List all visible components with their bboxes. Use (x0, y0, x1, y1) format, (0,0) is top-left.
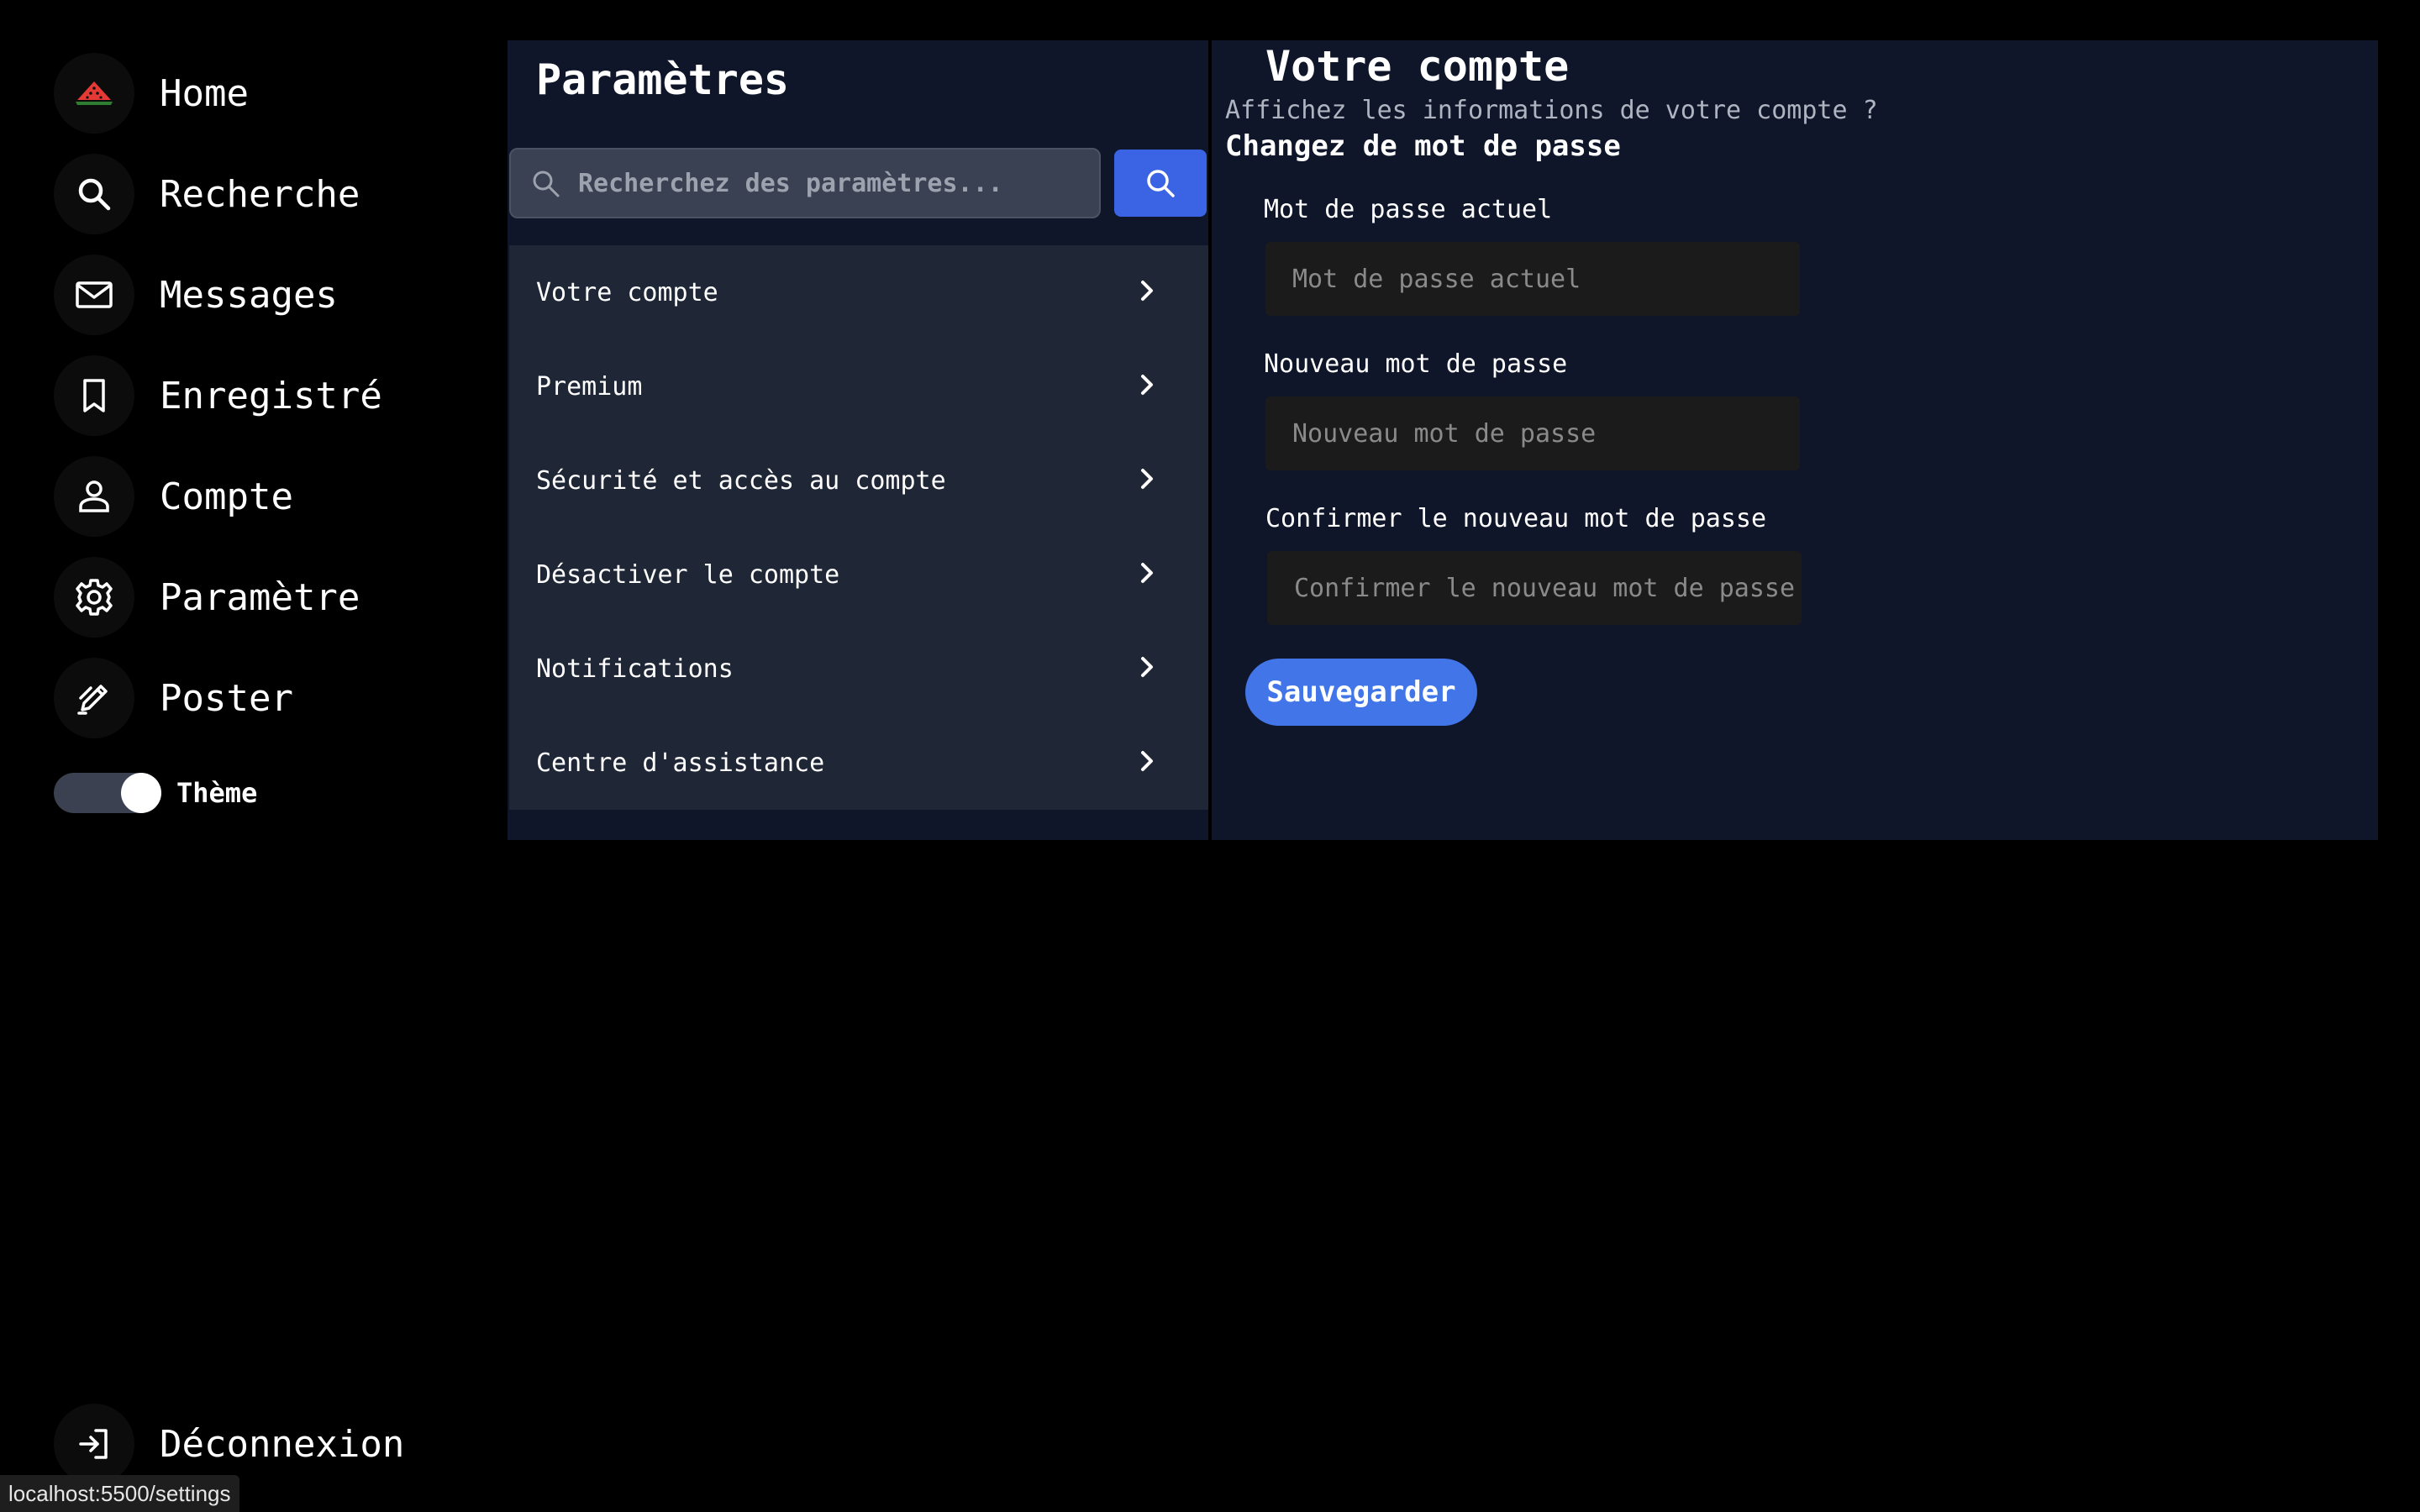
chevron-right-icon (1134, 654, 1160, 683)
settings-search-box (509, 148, 1101, 218)
new-password-field[interactable] (1265, 396, 1800, 470)
nav-label-search: Recherche (160, 172, 360, 216)
mail-icon (54, 255, 134, 335)
confirm-password-label: Confirmer le nouveau mot de passe (1265, 504, 1767, 533)
menu-item-label: Votre compte (536, 277, 718, 307)
theme-switch-row: Thème (54, 773, 257, 813)
theme-toggle[interactable] (54, 773, 161, 813)
status-bar-url: localhost:5500/settings (0, 1475, 239, 1512)
app-root: Home Recherche Messages Enregistré Compt… (0, 0, 2420, 1512)
nav-label-logout: Déconnexion (160, 1422, 405, 1466)
search-icon (533, 171, 560, 197)
nav-label-settings: Paramètre (160, 575, 360, 619)
menu-item-label: Centre d'assistance (536, 748, 825, 778)
chevron-right-icon (1134, 748, 1160, 777)
nav-label-messages: Messages (160, 273, 338, 317)
settings-menu: Votre compte Premium Sécurité et accès a… (509, 245, 1208, 810)
nav-item-settings[interactable]: Paramètre (54, 556, 360, 638)
current-password-field[interactable] (1265, 242, 1800, 316)
nav-item-account[interactable]: Compte (54, 455, 293, 538)
chevron-right-icon (1134, 560, 1160, 589)
settings-panel: Paramètres Votre compte Premium (508, 40, 1210, 840)
new-password-label: Nouveau mot de passe (1264, 349, 1568, 379)
menu-item-premium[interactable]: Premium (509, 339, 1208, 433)
account-subtitle: Affichez les informations de votre compt… (1225, 96, 1878, 125)
theme-label: Thème (176, 777, 258, 809)
user-icon (54, 456, 134, 537)
main-nav: Home Recherche Messages Enregistré Compt… (0, 0, 504, 1512)
pen-icon (54, 658, 134, 738)
menu-item-label: Premium (536, 371, 643, 402)
watermelon-icon (54, 53, 134, 134)
nav-label-account: Compte (160, 475, 293, 518)
settings-search-input[interactable] (578, 168, 1082, 198)
nav-item-saved[interactable]: Enregistré (54, 354, 382, 437)
menu-item-label: Notifications (536, 654, 734, 684)
nav-item-search[interactable]: Recherche (54, 153, 360, 235)
theme-toggle-knob (121, 773, 161, 813)
account-panel: Votre compte Affichez les informations d… (1212, 40, 2378, 840)
current-password-label: Mot de passe actuel (1264, 195, 1553, 224)
menu-item-deactivate[interactable]: Désactiver le compte (509, 528, 1208, 622)
menu-item-security[interactable]: Sécurité et accès au compte (509, 433, 1208, 528)
settings-title: Paramètres (536, 55, 790, 104)
bookmark-icon (54, 355, 134, 436)
change-password-heading: Changez de mot de passe (1225, 129, 1621, 163)
menu-item-label: Sécurité et accès au compte (536, 465, 946, 496)
nav-label-saved: Enregistré (160, 374, 382, 417)
nav-item-post[interactable]: Poster (54, 657, 293, 739)
chevron-right-icon (1134, 278, 1160, 307)
logout-icon (54, 1404, 134, 1484)
confirm-password-field[interactable] (1267, 551, 1802, 625)
nav-item-messages[interactable]: Messages (54, 254, 338, 336)
account-title: Votre compte (1265, 42, 1570, 91)
menu-item-help-center[interactable]: Centre d'assistance (509, 716, 1208, 810)
settings-search-button[interactable] (1114, 150, 1207, 217)
nav-label-home: Home (160, 71, 249, 115)
save-button[interactable]: Sauvegarder (1245, 659, 1477, 726)
gear-icon (54, 557, 134, 638)
nav-item-home[interactable]: Home (54, 52, 249, 134)
search-icon (54, 154, 134, 234)
nav-label-post: Poster (160, 676, 293, 720)
menu-item-notifications[interactable]: Notifications (509, 622, 1208, 716)
menu-item-label: Désactiver le compte (536, 559, 840, 590)
chevron-right-icon (1134, 466, 1160, 495)
menu-item-your-account[interactable]: Votre compte (509, 245, 1208, 339)
nav-item-logout[interactable]: Déconnexion (54, 1403, 404, 1485)
chevron-right-icon (1134, 372, 1160, 401)
search-icon (1147, 170, 1175, 197)
